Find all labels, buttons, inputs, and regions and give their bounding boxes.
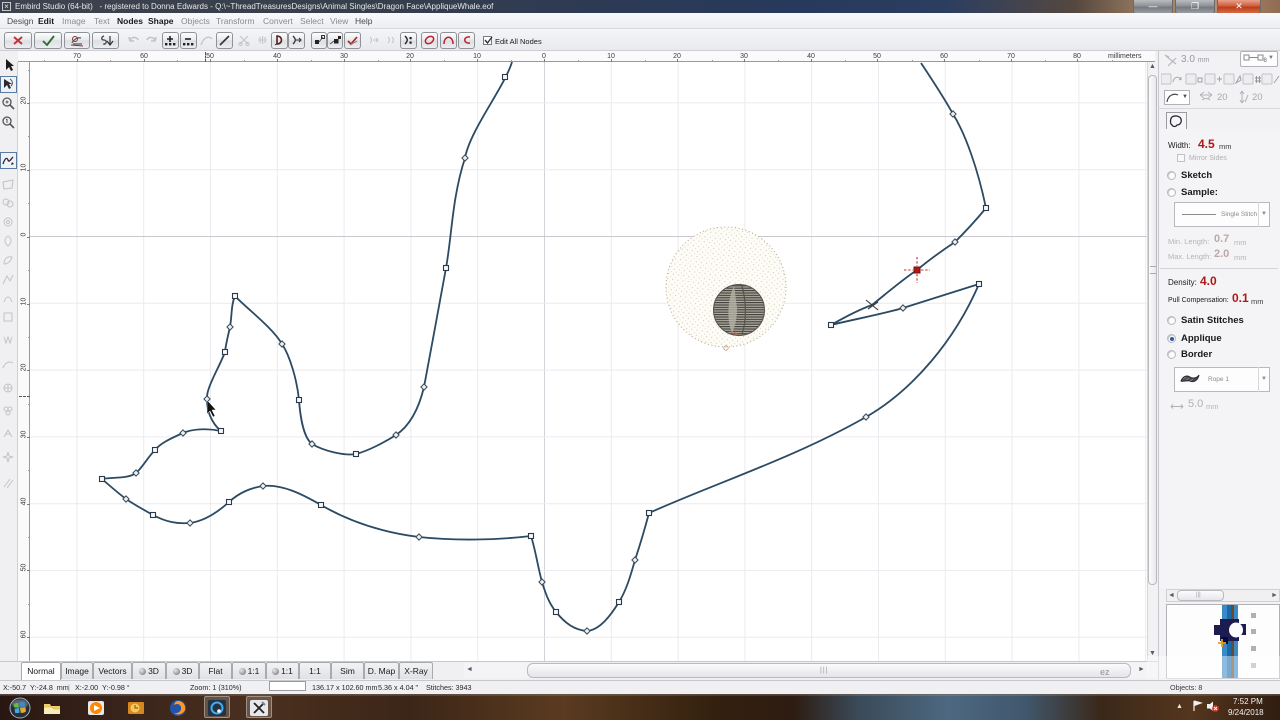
svg-text:8: 8 (1264, 58, 1268, 64)
